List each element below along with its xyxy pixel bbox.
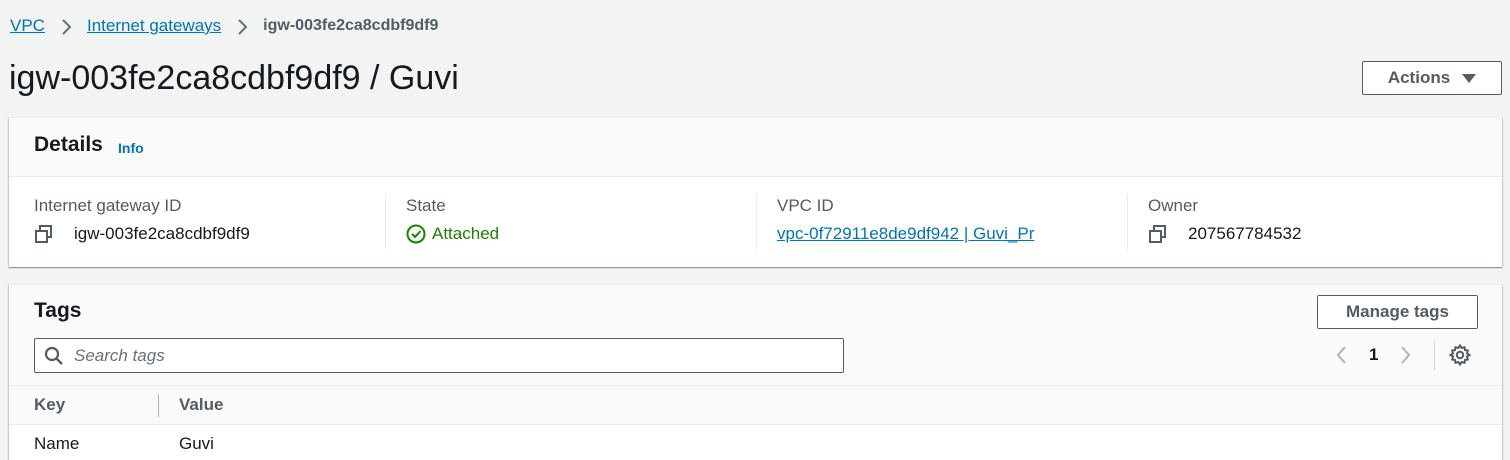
- copy-icon[interactable]: [34, 224, 54, 244]
- tags-panel: Tags Manage tags 1 Key Value Name Guvi: [9, 284, 1502, 460]
- column-header-key[interactable]: Key: [34, 395, 65, 415]
- manage-tags-button[interactable]: Manage tags: [1317, 295, 1478, 329]
- tag-value-cell: Guvi: [179, 434, 214, 453]
- detail-internet-gateway-id: Internet gateway ID igw-003fe2ca8cdbf9df…: [34, 194, 386, 250]
- search-icon: [44, 346, 64, 366]
- tags-title: Tags: [34, 299, 82, 322]
- gear-icon[interactable]: [1448, 343, 1472, 367]
- detail-vpc-id: VPC ID vpc-0f72911e8de9df942 | Guvi_Pr: [756, 194, 1128, 250]
- tag-key-cell: Name: [34, 434, 80, 453]
- chevron-right-icon: [61, 14, 73, 38]
- table-row: Name Guvi: [9, 425, 1502, 460]
- check-circle-icon: [406, 224, 426, 244]
- detail-label: Internet gateway ID: [34, 196, 182, 215]
- info-link[interactable]: Info: [118, 140, 144, 156]
- chevron-left-icon[interactable]: [1331, 341, 1351, 369]
- breadcrumb-vpc-link[interactable]: VPC: [10, 16, 45, 36]
- detail-value-wrapper: igw-003fe2ca8cdbf9df9: [34, 224, 250, 244]
- tags-table-header: Key Value: [9, 385, 1502, 425]
- search-tags-input[interactable]: [74, 345, 814, 366]
- detail-value-wrapper: vpc-0f72911e8de9df942 | Guvi_Pr: [777, 224, 1034, 244]
- detail-value-wrapper: Attached: [406, 224, 499, 244]
- breadcrumb-internet-gateways-link[interactable]: Internet gateways: [87, 16, 221, 36]
- detail-value-wrapper: 207567784532: [1148, 224, 1301, 244]
- internet-gateway-id-value: igw-003fe2ca8cdbf9df9: [74, 224, 250, 243]
- page-title: igw-003fe2ca8cdbf9df9 / Guvi: [9, 59, 459, 97]
- detail-label: VPC ID: [777, 196, 834, 215]
- owner-value: 207567784532: [1188, 224, 1302, 243]
- details-title: Details: [34, 133, 103, 156]
- pager-divider: [1434, 340, 1435, 370]
- state-value: Attached: [432, 224, 500, 243]
- breadcrumb: VPC Internet gateways igw-003fe2ca8cdbf9…: [10, 14, 438, 38]
- search-box: [34, 338, 844, 373]
- detail-owner: Owner 207567784532: [1127, 194, 1487, 250]
- copy-icon[interactable]: [1148, 224, 1168, 244]
- caret-down-icon: [1462, 73, 1477, 83]
- column-header-value[interactable]: Value: [179, 395, 223, 415]
- chevron-right-icon[interactable]: [1396, 341, 1416, 369]
- page-number[interactable]: 1: [1369, 345, 1378, 365]
- breadcrumb-current: igw-003fe2ca8cdbf9df9: [263, 17, 439, 34]
- actions-button-label: Actions: [1387, 68, 1451, 87]
- column-divider[interactable]: [158, 394, 159, 417]
- pagination: 1: [1331, 341, 1416, 369]
- detail-state: State Attached: [385, 194, 757, 250]
- chevron-right-icon: [237, 14, 249, 38]
- details-header: Details Info: [9, 118, 1502, 177]
- detail-label: State: [406, 196, 446, 215]
- actions-button[interactable]: Actions: [1362, 61, 1502, 95]
- details-panel: Details Info Internet gateway ID igw-003…: [9, 117, 1502, 267]
- detail-label: Owner: [1148, 196, 1199, 215]
- vpc-id-link[interactable]: vpc-0f72911e8de9df942 | Guvi_Pr: [777, 224, 1034, 244]
